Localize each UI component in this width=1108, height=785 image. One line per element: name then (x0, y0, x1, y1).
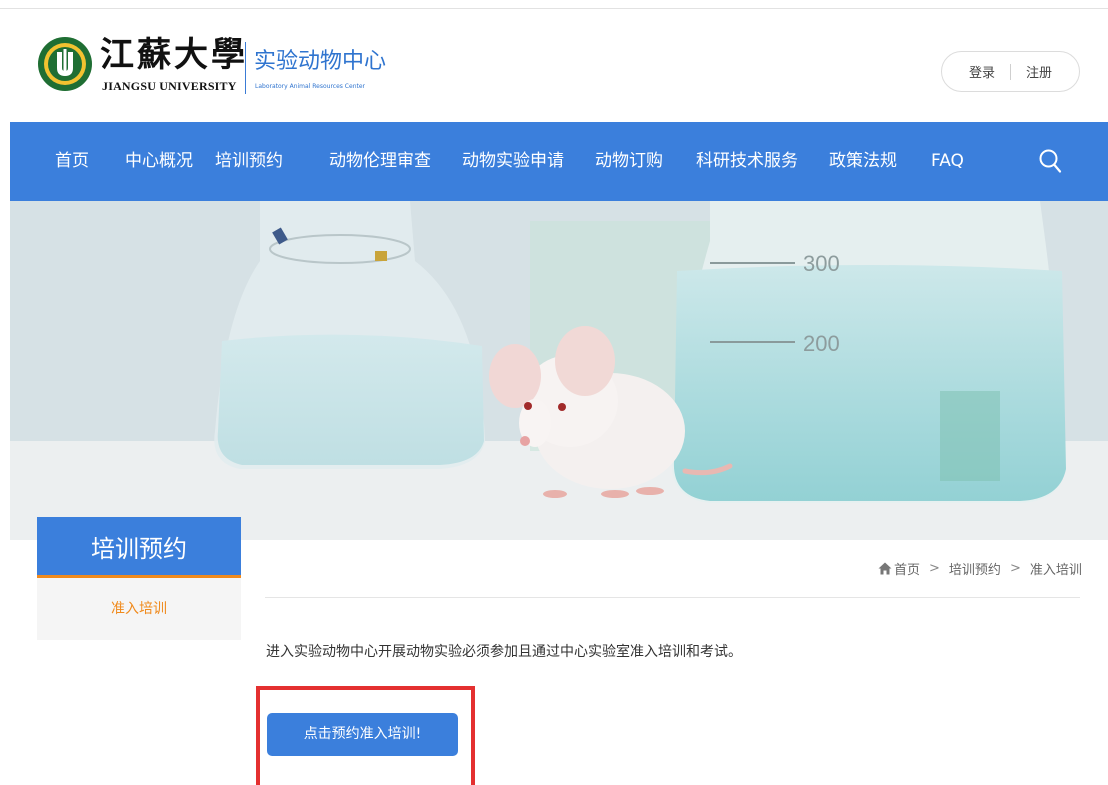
nav-item-policies[interactable]: 政策法规 (829, 122, 897, 201)
home-icon (878, 562, 892, 575)
breadcrumb-home[interactable]: 首页 (894, 559, 920, 578)
nav-item-about[interactable]: 中心概况 (125, 122, 193, 201)
center-name-en: Laboratory Animal Resources Center (255, 83, 366, 90)
university-emblem-icon[interactable] (37, 36, 93, 92)
university-name-en[interactable]: JIANGSU UNIVERSITY (102, 79, 237, 94)
auth-links: 登录 注册 (941, 51, 1080, 92)
search-icon[interactable] (1038, 148, 1062, 174)
breadcrumb-training[interactable]: 培训预约 (949, 559, 1001, 578)
training-notice-text: 进入实验动物中心开展动物实验必须参加且通过中心实验室准入培训和考试。 (266, 644, 742, 660)
nav-item-home[interactable]: 首页 (55, 122, 89, 201)
site-header: 江蘇大學 JIANGSU UNIVERSITY 实验动物中心 Laborator… (0, 9, 1108, 122)
nav-item-ethics-review[interactable]: 动物伦理审查 (329, 122, 431, 201)
lab-mouse-banner-image: 300 200 (10, 201, 1108, 540)
university-name-cn[interactable]: 江蘇大學 (100, 36, 248, 74)
content-divider (265, 597, 1080, 598)
breadcrumb: 首页 > 培训预约 > 准入培训 (878, 559, 1082, 578)
sidebar-item-admission-training[interactable]: 准入培训 (37, 578, 241, 640)
logo-divider (245, 42, 246, 94)
nav-item-research-services[interactable]: 科研技术服务 (696, 122, 798, 201)
center-name-cn[interactable]: 实验动物中心 (254, 49, 386, 75)
main-nav: 首页 中心概况 培训预约 动物伦理审查 动物实验申请 动物订购 科研技术服务 政… (10, 122, 1108, 201)
nav-item-faq[interactable]: FAQ (931, 122, 964, 201)
breadcrumb-separator: > (1009, 561, 1021, 576)
flask-mark-200: 200 (803, 331, 840, 356)
breadcrumb-admission-training[interactable]: 准入培训 (1030, 559, 1082, 578)
register-link[interactable]: 注册 (1011, 62, 1067, 81)
nav-item-training[interactable]: 培训预约 (215, 122, 283, 201)
sidebar-title: 培训预约 (37, 517, 241, 575)
hero-banner: 300 200 (10, 201, 1108, 540)
reserve-training-button[interactable]: 点击预约准入培训! (267, 713, 458, 756)
breadcrumb-separator: > (929, 561, 940, 576)
flask-mark-300: 300 (803, 251, 840, 276)
nav-item-animal-order[interactable]: 动物订购 (595, 122, 663, 201)
nav-item-experiment-application[interactable]: 动物实验申请 (462, 122, 564, 201)
login-link[interactable]: 登录 (954, 62, 1010, 81)
